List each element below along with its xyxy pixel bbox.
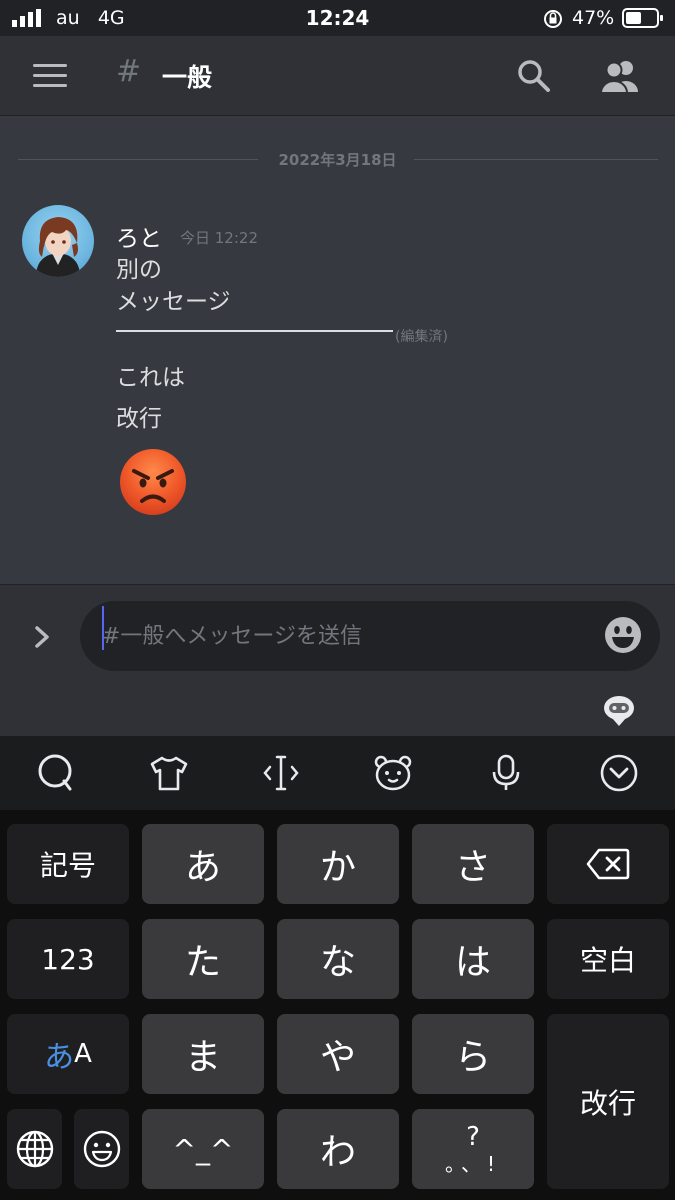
battery-percent: 47% [572, 7, 615, 29]
text-caret [102, 606, 104, 650]
date-divider: 2022年3月18日 [278, 151, 397, 169]
emoji-key[interactable] [74, 1109, 129, 1189]
backspace-key[interactable] [547, 824, 669, 904]
smiley-icon [83, 1130, 120, 1168]
keyboard-mascot-icon[interactable] [602, 694, 636, 728]
search-icon[interactable] [517, 59, 551, 93]
message-line: 別の [116, 257, 162, 283]
avatar[interactable] [22, 205, 94, 277]
channel-name[interactable]: 一般 [162, 58, 212, 94]
key-ma-row[interactable]: ま [142, 1014, 264, 1094]
avatar-portrait [36, 217, 80, 277]
hamburger-menu-icon[interactable] [33, 63, 67, 89]
key-ra-row[interactable]: ら [412, 1014, 534, 1094]
rotation-lock-icon [544, 10, 562, 28]
key-sa-row[interactable]: さ [412, 824, 534, 904]
globe-icon [16, 1130, 53, 1168]
channel-header: # 一般 [0, 36, 675, 116]
chevron-right-icon[interactable] [30, 625, 54, 649]
input-mode-toggle[interactable]: あA [7, 1014, 129, 1094]
space-key[interactable]: 空白 [547, 919, 669, 999]
theme-shirt-icon[interactable] [149, 753, 189, 793]
message-input[interactable] [80, 601, 660, 671]
message-line: メッセージ [116, 289, 231, 315]
globe-key[interactable] [7, 1109, 62, 1189]
angry-face-emoji [120, 449, 186, 515]
search-bubble-icon[interactable] [36, 753, 76, 793]
channel-hash-icon: # [116, 54, 142, 89]
message-line: これは [116, 365, 185, 391]
key-ha-row[interactable]: は [412, 919, 534, 999]
key-ta-row[interactable]: た [142, 919, 264, 999]
key-na-row[interactable]: な [277, 919, 399, 999]
bear-emoji-icon[interactable] [373, 753, 413, 793]
message-horizontal-rule [116, 330, 393, 332]
key-a-row[interactable]: あ [142, 824, 264, 904]
message-line: 改行 [116, 406, 162, 432]
key-punctuation[interactable]: ? 。、! [412, 1109, 534, 1189]
microphone-icon[interactable] [486, 753, 526, 793]
status-bar: au 4G 12:24 47% [0, 0, 675, 36]
keyboard-suggestion-bar [0, 686, 675, 736]
keyboard-toolbar [0, 736, 675, 810]
edited-label: (編集済) [395, 329, 448, 345]
key-symbols[interactable]: 記号 [7, 824, 129, 904]
message-timestamp: 今日 12:22 [180, 229, 258, 247]
battery-icon [622, 8, 663, 28]
key-ka-row[interactable]: か [277, 824, 399, 904]
members-icon[interactable] [600, 58, 642, 94]
emoji-picker-icon[interactable] [603, 615, 643, 655]
key-wa-row[interactable]: わ [277, 1109, 399, 1189]
flick-keyboard: 記号 あ か さ 123 た な は 空白 あA ま や ら 改行 ^_^ わ [0, 810, 675, 1200]
message-author[interactable]: ろと [116, 219, 162, 253]
keyboard-collapse-icon[interactable] [599, 753, 639, 793]
key-numbers[interactable]: 123 [7, 919, 129, 999]
key-kaomoji[interactable]: ^_^ [142, 1109, 264, 1189]
cursor-move-icon[interactable] [261, 753, 301, 793]
enter-key[interactable]: 改行 [547, 1014, 669, 1189]
message-list: 2022年3月18日 ろと 今日 12:22 別の メッセージ (編集済) これ… [0, 116, 675, 584]
key-ya-row[interactable]: や [277, 1014, 399, 1094]
backspace-icon [586, 848, 630, 880]
